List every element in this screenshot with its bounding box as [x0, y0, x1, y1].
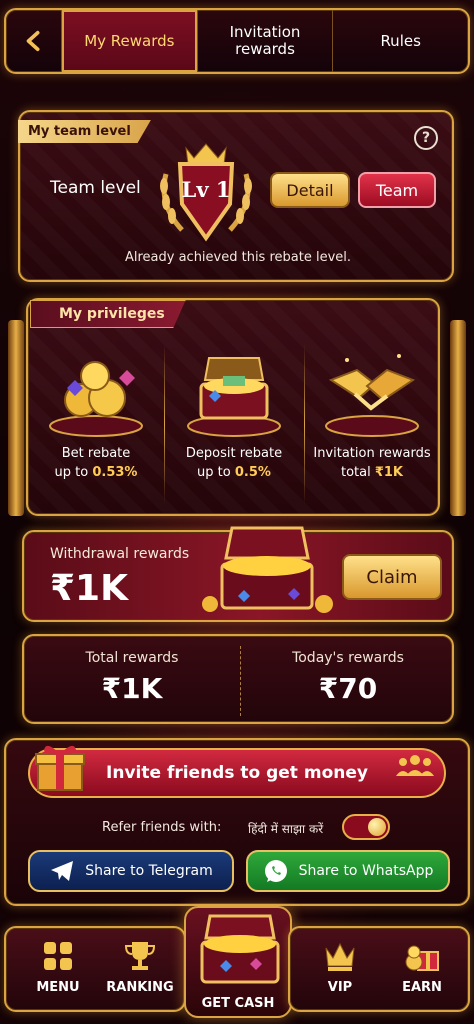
today-rewards: Today's rewards ₹70: [240, 650, 456, 705]
tab-my-rewards[interactable]: My Rewards: [62, 10, 198, 72]
top-tab-bar: My Rewards Invitation rewards Rules: [4, 8, 470, 74]
privilege-subtitle: up to 0.53%: [54, 465, 138, 480]
nav-vip-label: VIP: [327, 980, 353, 995]
treasure-chest-icon: [187, 357, 281, 437]
hindi-share-toggle[interactable]: [342, 814, 390, 840]
question-circle-icon[interactable]: ?: [414, 126, 438, 150]
total-rewards-value: ₹1K: [101, 672, 163, 705]
privilege-subtitle: up to 0.5%: [197, 465, 271, 480]
nav-menu-label: MENU: [36, 980, 80, 995]
invite-friends-button[interactable]: Invite friends to get money: [28, 748, 446, 798]
gift-icon: [35, 745, 85, 791]
crown-icon: [325, 942, 355, 971]
toggle-knob: [368, 818, 386, 836]
team-level-label: Team level: [50, 178, 141, 198]
bottom-nav-left-group: MENU RANKING: [4, 926, 186, 1012]
hindi-share-label: हिंदी में साझा करें: [248, 822, 324, 836]
today-rewards-value: ₹70: [318, 672, 378, 705]
privileges-panel: My privileges Bet rebate up to 0.53% Dep…: [26, 298, 440, 516]
share-whatsapp-label: Share to WhatsApp: [298, 863, 434, 879]
level-text: Lv 1: [181, 177, 231, 202]
back-button[interactable]: [6, 10, 62, 72]
share-telegram-button[interactable]: Share to Telegram: [28, 850, 234, 892]
tab-invitation-rewards[interactable]: Invitation rewards: [198, 10, 334, 72]
privilege-subtitle: total ₹1K: [340, 465, 404, 480]
trophy-icon: [124, 942, 156, 970]
chevron-left-icon: [26, 30, 39, 52]
gift-coins-icon: [405, 945, 439, 971]
detail-button[interactable]: Detail: [270, 172, 350, 208]
handshake-icon: [325, 354, 419, 437]
privilege-bet-rebate: Bet rebate up to 0.53%: [30, 336, 162, 512]
privileges-ribbon: My privileges: [30, 300, 186, 328]
rewards-totals-panel: Total rewards ₹1K Today's rewards ₹70: [22, 634, 454, 724]
privilege-title: Deposit rebate: [185, 446, 283, 461]
nav-get-cash[interactable]: GET CASH: [184, 906, 292, 1018]
withdrawal-value: ₹1K: [50, 568, 128, 609]
today-rewards-label: Today's rewards: [292, 650, 404, 666]
nav-get-cash-label: GET CASH: [201, 996, 275, 1011]
telegram-icon: [51, 861, 74, 881]
bottom-navigation: MENU RANKING GET CASH VIP EARN: [4, 906, 470, 1020]
nav-menu[interactable]: MENU: [18, 938, 98, 995]
invite-panel: Invite friends to get money Refer friend…: [4, 738, 470, 906]
share-whatsapp-button[interactable]: Share to WhatsApp: [246, 850, 450, 892]
privilege-title: Invitation rewards: [313, 446, 431, 461]
team-level-panel: My team level ? Team level Lv 1 Detail T…: [18, 110, 454, 282]
nav-earn-label: EARN: [402, 980, 442, 995]
team-button[interactable]: Team: [358, 172, 436, 208]
nav-ranking-label: RANKING: [106, 980, 174, 995]
claim-button[interactable]: Claim: [342, 554, 442, 600]
treasure-chest-icon: [202, 526, 333, 613]
privilege-divider: [164, 344, 165, 504]
tab-rules[interactable]: Rules: [333, 10, 468, 72]
menu-grid-icon: [44, 942, 72, 970]
left-pillar-decoration: [8, 320, 24, 516]
privilege-title: Bet rebate: [61, 446, 131, 461]
rebate-level-note: Already achieved this rebate level.: [124, 250, 352, 265]
people-group-icon: [396, 755, 434, 776]
whatsapp-icon: [264, 860, 287, 882]
share-telegram-label: Share to Telegram: [85, 863, 213, 879]
team-level-ribbon: My team level: [18, 120, 151, 143]
nav-vip[interactable]: VIP: [300, 938, 380, 995]
bottom-nav-right-group: VIP EARN: [288, 926, 470, 1012]
total-rewards-label: Total rewards: [85, 650, 179, 666]
right-pillar-decoration: [450, 320, 466, 516]
treasure-chest-icon: [200, 914, 280, 984]
withdrawal-rewards-panel: Withdrawal rewards ₹1K Claim: [22, 526, 454, 622]
privilege-divider: [304, 344, 305, 504]
level-badge: Lv 1: [152, 134, 260, 244]
coin-pile-icon: [49, 361, 143, 437]
invite-button-label: Invite friends to get money: [106, 763, 368, 783]
total-rewards: Total rewards ₹1K: [24, 650, 240, 705]
privilege-deposit-rebate: Deposit rebate up to 0.5%: [168, 336, 300, 512]
withdrawal-label: Withdrawal rewards: [50, 546, 190, 562]
nav-ranking[interactable]: RANKING: [100, 938, 180, 995]
privilege-invitation-rewards: Invitation rewards total ₹1K: [306, 336, 438, 512]
nav-earn[interactable]: EARN: [382, 938, 462, 995]
refer-friends-label: Refer friends with:: [102, 820, 222, 835]
